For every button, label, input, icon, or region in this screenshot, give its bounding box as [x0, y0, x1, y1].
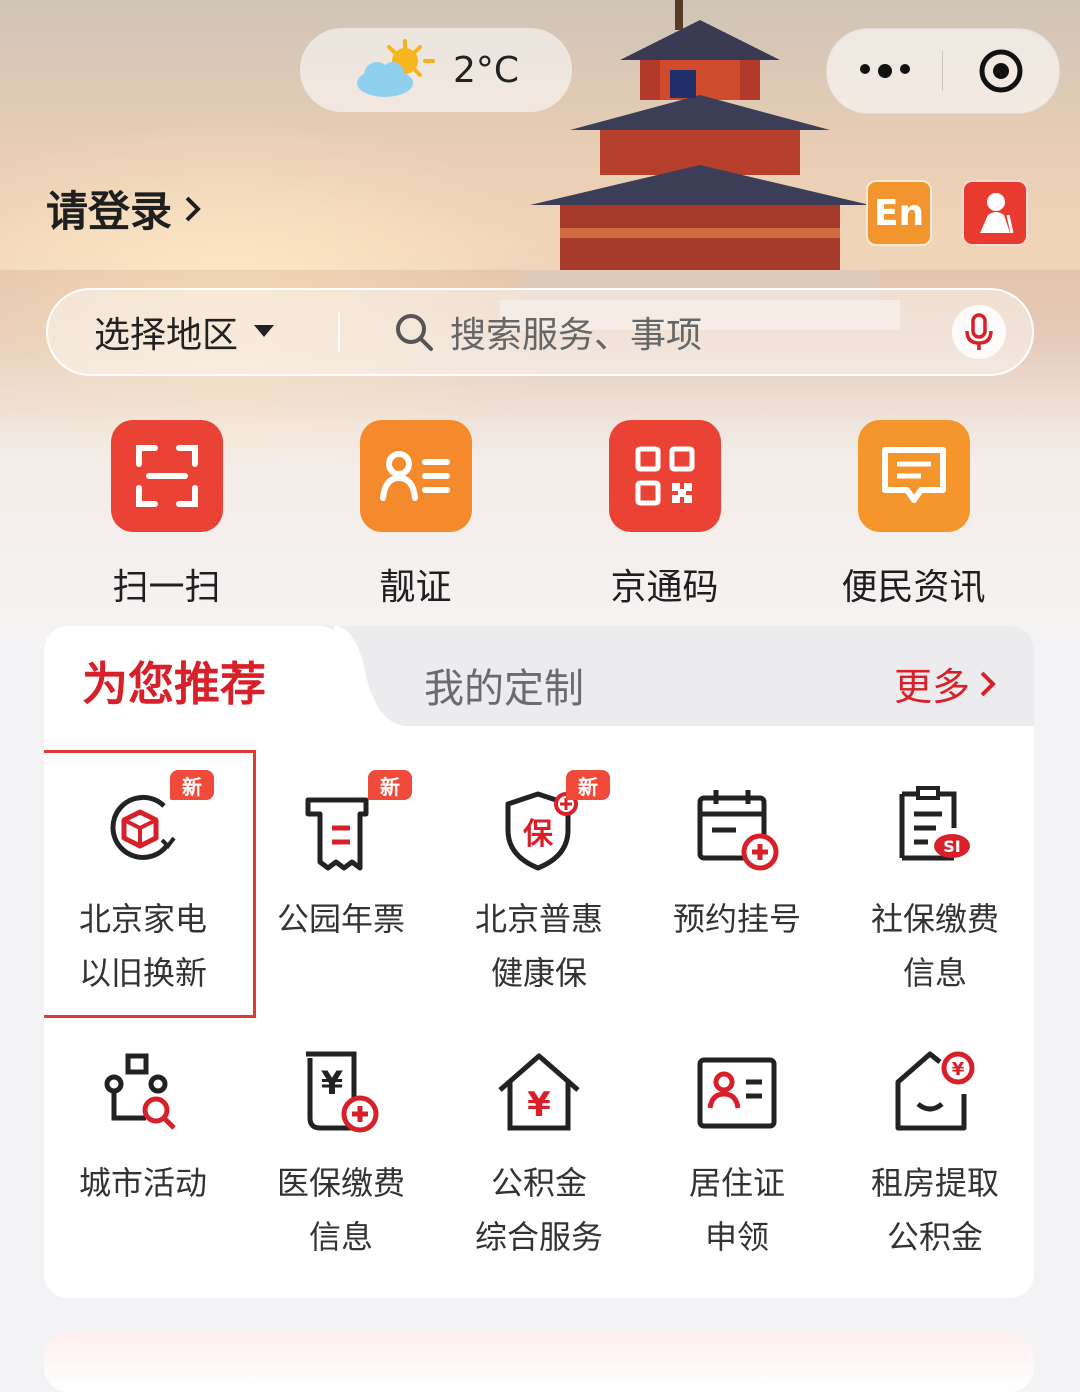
- new-tag: 新: [170, 770, 214, 800]
- svg-text:保: 保: [523, 817, 554, 852]
- service-social-security[interactable]: SI 社保缴费 信息: [836, 746, 1034, 1010]
- search-input[interactable]: 搜索服务、事项: [394, 306, 952, 358]
- quick-action-news[interactable]: 便民资讯: [789, 420, 1038, 610]
- service-label: 预约挂号: [642, 892, 832, 946]
- scan-icon: [110, 420, 223, 532]
- service-label-line1: 居住证: [688, 1164, 785, 1202]
- qr-code-icon: [608, 420, 721, 532]
- quick-action-label: 靓证: [379, 567, 452, 608]
- elder-mode-button[interactable]: [962, 180, 1028, 246]
- service-label-line2: 综合服务: [474, 1218, 603, 1256]
- region-label: 选择地区: [94, 315, 239, 356]
- mini-program-close-icon[interactable]: [943, 47, 1058, 95]
- service-label-line1: 租房提取: [870, 1164, 999, 1202]
- service-label-line1: 公积金: [490, 1164, 587, 1202]
- services-card: 为您推荐 我的定制 更多 新 北京家电 以旧换新 新 公园年票 保 新 北京普惠…: [44, 626, 1034, 1298]
- park-ticket-icon: 新: [296, 770, 412, 874]
- more-label: 更多: [894, 665, 971, 709]
- quick-action-label: 便民资讯: [841, 567, 986, 608]
- service-housing-fund[interactable]: ¥ 公积金 综合服务: [440, 1010, 638, 1280]
- region-selector[interactable]: 选择地区: [48, 306, 334, 358]
- weather-pill[interactable]: 2°C: [300, 28, 572, 112]
- service-label-line1: 医保缴费: [276, 1164, 405, 1202]
- residence-permit-icon: [692, 1048, 782, 1138]
- tab-custom[interactable]: 我的定制: [424, 656, 584, 714]
- search-placeholder: 搜索服务、事项: [450, 315, 703, 356]
- service-appliance-trade-in[interactable]: 新 北京家电 以旧换新: [44, 746, 256, 1018]
- search-divider: [338, 312, 340, 352]
- service-residence-permit[interactable]: 居住证 申领: [638, 1010, 836, 1280]
- id-card-icon: [359, 420, 472, 532]
- service-label: 城市活动: [48, 1156, 238, 1210]
- partly-cloudy-sun-icon: [356, 39, 435, 97]
- microphone-icon: [965, 313, 993, 350]
- service-label-line1: 预约挂号: [672, 900, 801, 938]
- service-city-activity[interactable]: 城市活动: [44, 1010, 242, 1280]
- calendar-add-icon: [692, 784, 782, 874]
- svg-text:SI: SI: [943, 837, 960, 856]
- more-dots-icon[interactable]: [827, 64, 942, 78]
- service-label-line2: 公积金: [886, 1218, 983, 1256]
- service-label: 医保缴费 信息: [246, 1156, 436, 1264]
- more-link[interactable]: 更多: [894, 656, 998, 711]
- search-bar: 选择地区 搜索服务、事项: [46, 288, 1034, 376]
- service-label: 公园年票: [246, 892, 436, 946]
- login-label: 请登录: [46, 187, 173, 236]
- service-label: 居住证 申领: [642, 1156, 832, 1264]
- service-grid: 新 北京家电 以旧换新 新 公园年票 保 新 北京普惠 健康保 预约挂号 SI …: [44, 746, 1034, 1280]
- service-label-line1: 社保缴费: [870, 900, 999, 938]
- service-health-insurance[interactable]: 保 新 北京普惠 健康保: [440, 746, 638, 1010]
- elder-mode-icon: [980, 193, 1014, 234]
- service-label-line2: 信息: [308, 1218, 373, 1256]
- service-label-line1: 公园年票: [276, 900, 405, 938]
- service-label: 公积金 综合服务: [444, 1156, 634, 1264]
- search-icon: [396, 314, 433, 351]
- caret-down-icon: [254, 325, 275, 337]
- tab-recommended-label: 为您推荐: [82, 657, 266, 711]
- service-label-line1: 北京普惠: [474, 900, 603, 938]
- english-badge-label: En: [873, 192, 925, 234]
- service-label-line1: 城市活动: [78, 1164, 207, 1202]
- quick-actions: 扫一扫 靓证 京通码 便民资讯: [42, 420, 1038, 610]
- service-label-line2: 健康保: [490, 954, 587, 992]
- health-insurance-shield-icon: 保 新: [494, 770, 610, 874]
- service-label-line2: 申领: [704, 1218, 769, 1256]
- housing-fund-house-icon: ¥: [494, 1048, 584, 1138]
- new-tag: 新: [368, 770, 412, 800]
- city-activity-icon: [98, 1048, 188, 1138]
- quick-action-id-card[interactable]: 靓证: [291, 420, 540, 610]
- service-label: 社保缴费 信息: [840, 892, 1030, 1000]
- next-section-card: [44, 1332, 1034, 1392]
- medical-insurance-receipt-icon: ¥: [296, 1048, 386, 1138]
- svg-text:¥: ¥: [527, 1085, 551, 1125]
- chevron-right-icon: [185, 196, 201, 221]
- service-park-ticket[interactable]: 新 公园年票: [242, 746, 440, 1010]
- service-rent-withdraw[interactable]: ¥ 租房提取 公积金: [836, 1010, 1034, 1280]
- service-label: 租房提取 公积金: [840, 1156, 1030, 1264]
- message-icon: [857, 420, 970, 532]
- quick-action-label: 扫一扫: [112, 567, 221, 608]
- service-label: 北京普惠 健康保: [444, 892, 634, 1000]
- microphone-button[interactable]: [952, 305, 1006, 359]
- chevron-right-icon: [980, 671, 996, 696]
- social-security-document-icon: SI: [890, 784, 980, 874]
- english-version-button[interactable]: En: [866, 180, 932, 246]
- new-tag: 新: [566, 770, 610, 800]
- quick-action-scan[interactable]: 扫一扫: [42, 420, 291, 610]
- service-label-line2: 信息: [902, 954, 967, 992]
- appliance-trade-in-icon: 新: [98, 770, 214, 874]
- temperature-text: 2°C: [452, 49, 520, 91]
- rent-withdraw-icon: ¥: [890, 1048, 980, 1138]
- service-medical-insurance[interactable]: ¥ 医保缴费 信息: [242, 1010, 440, 1280]
- service-appointment[interactable]: 预约挂号: [638, 746, 836, 1010]
- tab-curve: [334, 626, 404, 726]
- login-link[interactable]: 请登录: [46, 178, 204, 239]
- svg-text:¥: ¥: [321, 1064, 343, 1102]
- quick-action-qr-code[interactable]: 京通码: [540, 420, 789, 610]
- svg-text:¥: ¥: [952, 1059, 965, 1080]
- tab-bar: 为您推荐 我的定制 更多: [44, 626, 1034, 726]
- quick-action-label: 京通码: [610, 567, 719, 608]
- mini-program-capsule: [826, 28, 1060, 114]
